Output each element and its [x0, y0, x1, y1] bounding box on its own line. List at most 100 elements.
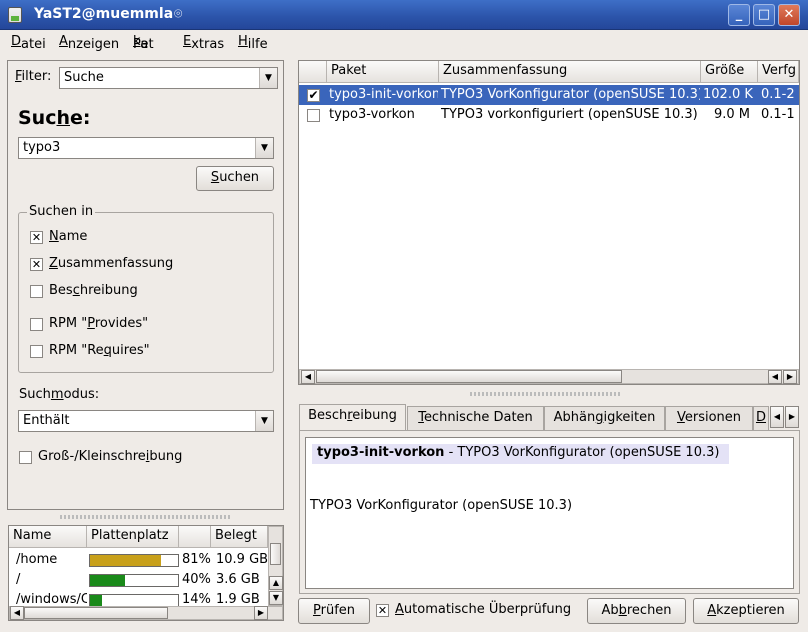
menu-datei[interactable]: Datei	[11, 34, 46, 52]
checkbox-provides-label: RPM "Provides"	[49, 316, 149, 331]
table-row[interactable]: ✔ typo3-init-vorkon TYPO3 VorKonfigurato…	[299, 85, 799, 105]
pkg-header-summary[interactable]: Zusammenfassung	[439, 61, 701, 83]
disk-percent: 14%	[182, 592, 211, 606]
search-mode-value: Enthält	[23, 413, 70, 428]
search-query: typo3	[23, 140, 61, 155]
checkbox-provides[interactable]	[30, 318, 43, 331]
menu-hilfe[interactable]: Hilfe	[238, 34, 268, 52]
package-name: typo3-vorkon	[329, 107, 415, 122]
scroll-down-button[interactable]: ▼	[269, 591, 283, 605]
package-list: Paket Zusammenfassung Größe Verfg ✔ typo…	[298, 60, 800, 385]
close-button[interactable]: ✕	[778, 4, 800, 26]
disk-usage-fill	[90, 595, 103, 606]
menu-extras[interactable]: Extras	[183, 34, 224, 52]
disk-used: 3.6 GB	[216, 572, 260, 587]
description-package-name: typo3-init-vorkon	[317, 445, 445, 460]
checkbox-name[interactable]: ✕	[30, 231, 43, 244]
scroll-up-button[interactable]: ▲	[269, 576, 283, 590]
description-view[interactable]: typo3-init-vorkon - TYPO3 VorKonfigurato…	[305, 437, 794, 589]
disk-header-percent[interactable]	[179, 526, 211, 548]
menu-paket[interactable]: Pa k et	[133, 34, 154, 52]
disk-header-name[interactable]: Name	[9, 526, 87, 548]
disk-header-space[interactable]: Plattenplatz	[87, 526, 179, 548]
tab-dependencies[interactable]: Abhängigkeiten	[544, 406, 665, 430]
tab-technical-data[interactable]: Technische Daten	[407, 406, 544, 430]
tab-scroll-left-button[interactable]: ◀	[770, 406, 784, 428]
search-button[interactable]: Suchen	[196, 166, 274, 191]
package-horizontal-scrollbar[interactable]: ◀ ◀ ▶	[299, 369, 799, 384]
table-row[interactable]: /home 81% 10.9 GB	[9, 550, 268, 570]
auto-check-label: Automatische Überprüfung	[395, 602, 572, 617]
auto-check-checkbox[interactable]: ✕	[376, 604, 389, 617]
tab-description[interactable]: Beschreibung	[299, 404, 406, 431]
scrollbar-thumb[interactable]	[24, 607, 168, 619]
disk-name: /	[16, 572, 21, 587]
tab-panel: typo3-init-vorkon - TYPO3 VorKonfigurato…	[299, 430, 800, 594]
search-pane: Filter: Suche ▼ Suche: typo3 ▼ Suchen Su…	[7, 60, 284, 510]
disk-header-used[interactable]: Belegt	[211, 526, 268, 548]
pane-splitter-handle[interactable]	[60, 515, 230, 519]
description-summary: - TYPO3 VorKonfigurator (openSUSE 10.3)	[444, 445, 720, 460]
filter-value: Suche	[64, 70, 104, 85]
checkbox-description[interactable]	[30, 285, 43, 298]
disk-usage-bar	[89, 594, 179, 606]
disk-usage-fill	[90, 575, 126, 586]
chevron-down-icon: ▼	[255, 411, 273, 431]
opensuse-gecko-icon: ⌾	[174, 6, 183, 22]
disk-usage-table: Name Plattenplatz Belegt /home 81% 10.9 …	[8, 525, 284, 621]
scroll-left-button[interactable]: ◀	[301, 370, 315, 384]
check-button[interactable]: Prüfen	[298, 598, 370, 624]
package-version: 0.1-1	[761, 107, 795, 122]
scroll-left-button-2[interactable]: ◀	[768, 370, 782, 384]
checkbox-case-sensitive[interactable]	[19, 451, 32, 464]
tab-more[interactable]: D	[753, 406, 769, 430]
package-checkbox[interactable]	[307, 109, 320, 122]
package-name: typo3-init-vorkon	[329, 87, 438, 102]
scrollbar-thumb[interactable]	[316, 370, 622, 383]
scroll-left-button[interactable]: ◀	[10, 606, 24, 620]
pane-splitter-handle[interactable]	[470, 392, 620, 396]
menu-anzeigen[interactable]: Anzeigen	[59, 34, 119, 52]
checkbox-summary[interactable]: ✕	[30, 258, 43, 271]
disk-horizontal-scrollbar[interactable]: ◀ ▶	[9, 606, 283, 620]
search-in-title: Suchen in	[27, 204, 96, 219]
table-row[interactable]: /windows/C 14% 1.9 GB	[9, 590, 268, 606]
search-heading: Suche:	[18, 107, 91, 129]
pkg-header-size[interactable]: Größe	[701, 61, 758, 83]
package-summary: TYPO3 VorKonfigurator (openSUSE 10.3)	[441, 87, 700, 102]
disk-percent: 81%	[182, 552, 211, 567]
accept-button[interactable]: Akzeptieren	[693, 598, 799, 624]
search-mode-label: Suchmodus:	[19, 387, 100, 402]
minimize-button[interactable]: _	[728, 4, 750, 26]
checkbox-case-sensitive-label: Groß-/Kleinschreibung	[38, 449, 183, 464]
filter-select[interactable]: Suche ▼	[59, 67, 278, 89]
pkg-header-status[interactable]	[299, 61, 327, 83]
search-input[interactable]: typo3 ▼	[18, 137, 274, 159]
pkg-header-version[interactable]: Verfg	[758, 61, 799, 83]
scroll-right-button[interactable]: ▶	[783, 370, 797, 384]
pkg-header-name[interactable]: Paket	[327, 61, 439, 83]
scroll-right-button[interactable]: ▶	[254, 606, 268, 620]
disk-usage-bar	[89, 574, 179, 587]
chevron-down-icon[interactable]: ▼	[255, 138, 273, 158]
disk-name: /home	[16, 552, 58, 567]
checkbox-requires[interactable]	[30, 345, 43, 358]
window-title: YaST2@muemmla	[34, 6, 174, 22]
title-bar[interactable]: YaST2@muemmla ⌾ _ □ ✕	[0, 0, 808, 30]
maximize-button[interactable]: □	[753, 4, 775, 26]
scrollbar-thumb[interactable]	[270, 543, 281, 565]
checkbox-summary-label: Zusammenfassung	[49, 256, 174, 271]
disk-usage-fill	[90, 555, 162, 566]
table-row[interactable]: / 40% 3.6 GB	[9, 570, 268, 590]
yast-app-icon	[8, 7, 22, 23]
package-version: 0.1-2	[761, 87, 795, 102]
table-row[interactable]: typo3-vorkon TYPO3 vorkonfiguriert (open…	[299, 105, 799, 125]
tab-versions[interactable]: Versionen	[665, 406, 753, 430]
search-in-group: Suchen in ✕ Name ✕ Zusammenfassung Besch…	[18, 204, 274, 373]
menu-bar: Datei Anzeigen Pa k et Extras Hilfe	[0, 31, 808, 55]
cancel-button[interactable]: Abbrechen	[587, 598, 686, 624]
search-mode-select[interactable]: Enthält ▼	[18, 410, 274, 432]
tab-scroll-right-button[interactable]: ▶	[785, 406, 799, 428]
disk-vertical-scrollbar[interactable]: ▲ ▼	[268, 526, 283, 606]
package-checkbox[interactable]: ✔	[307, 89, 320, 102]
